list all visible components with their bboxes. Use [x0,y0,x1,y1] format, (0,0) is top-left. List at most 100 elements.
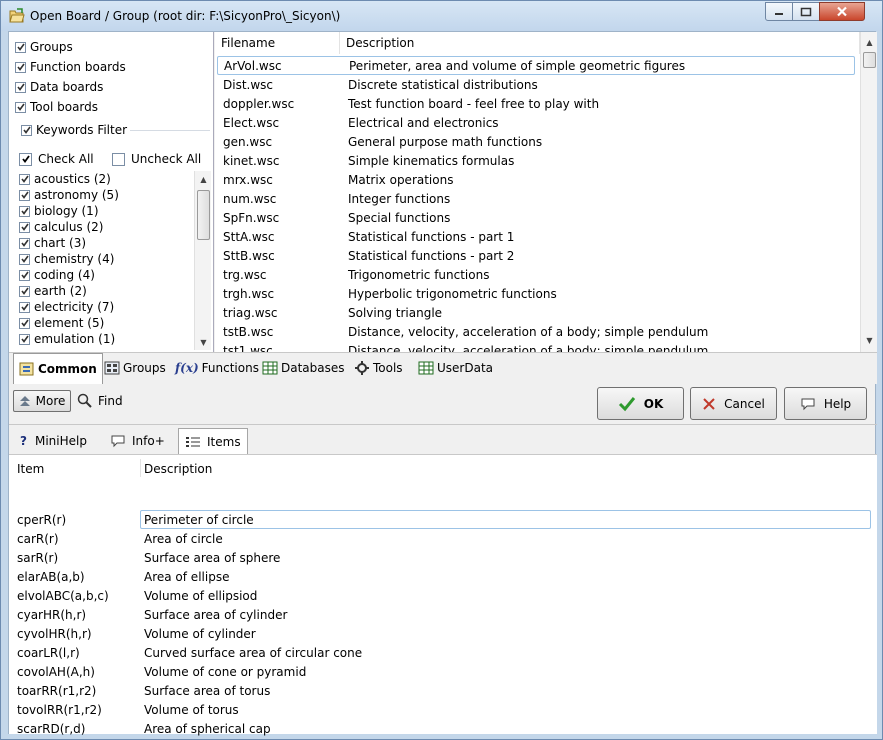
tab-databases[interactable]: Databases [257,355,350,381]
minimize-button[interactable] [765,2,793,21]
item-column-header[interactable]: Item [17,462,44,476]
tab-functions[interactable]: f(x) Functions [170,355,264,381]
tools-gear-icon [355,361,369,375]
item-row[interactable]: elvolABC(a,b,c) Volume of ellipsiod [9,586,875,605]
item-row[interactable]: scarRD(r,d) Area of spherical cap [9,719,875,738]
file-row[interactable]: triag.wsc Solving triangle [217,303,855,322]
help-button[interactable]: Help [784,387,867,420]
filename-column-header[interactable]: Filename [215,32,340,54]
file-row[interactable]: tstB.wsc Distance, velocity, acceleration… [217,322,855,341]
keyword-item[interactable]: electricity (7) [19,299,114,315]
check-all-checkbox[interactable]: Check All [19,152,94,166]
keyword-item[interactable]: chart (3) [19,235,86,251]
tab-info[interactable]: Info+ [103,428,172,454]
tab-tools[interactable]: Tools [349,355,408,381]
cancel-x-icon [703,397,715,410]
uncheck-all-checkbox[interactable]: Uncheck All [112,152,201,166]
green-check-icon [618,396,635,411]
tab-minihelp[interactable]: ? MiniHelp [13,428,94,454]
keyword-label: emulation (1) [34,332,116,346]
function-boards-label: Function boards [30,60,126,74]
ok-button[interactable]: OK [597,387,684,420]
file-description: Test function board - feel free to play … [348,96,600,111]
file-row[interactable]: Dist.wsc Discrete statistical distributio… [217,75,855,94]
scroll-down-arrow-icon[interactable]: ▼ [861,332,878,348]
keyword-item[interactable]: emulation (1) [19,331,115,347]
keywords-filter-checkbox[interactable]: Keywords Filter [21,123,127,137]
file-row[interactable]: SpFn.wsc Special functions [217,208,855,227]
groups-checkbox[interactable]: Groups [15,40,73,54]
item-description-column-header[interactable]: Description [144,462,212,476]
item-name: elarAB(a,b) [17,569,85,584]
keyword-item[interactable]: calculus (2) [19,219,104,235]
item-row[interactable]: cyvolHR(h,r) Volume of cylinder [9,624,875,643]
keyword-item[interactable]: astronomy (5) [19,187,119,203]
item-row[interactable]: cyarHR(h,r) Surface area of cylinder [9,605,875,624]
maximize-button[interactable] [792,2,820,21]
description-column-header[interactable]: Description [340,32,860,54]
data-boards-checkbox[interactable]: Data boards [15,80,103,94]
item-row[interactable]: cperR(r) Perimeter of circle [9,510,875,529]
tab-items[interactable]: Items [178,428,248,454]
file-row[interactable]: kinet.wsc Simple kinematics formulas [217,151,855,170]
scroll-thumb[interactable] [863,52,876,68]
keywords-list[interactable]: acoustics (2) astronomy (5) biology (1) cal… [13,171,211,350]
file-name: SpFn.wsc [223,210,280,225]
item-description: Area of spherical cap [144,721,271,736]
category-tab-bar: Common Groups f(x) Functions Databases T… [9,352,877,384]
title-bar[interactable]: Open Board / Group (root dir: F:\SicyonP… [1,1,882,31]
file-row[interactable]: Elect.wsc Electrical and electronics [217,113,855,132]
scroll-up-arrow-icon[interactable]: ▲ [195,171,211,187]
file-row[interactable]: trgh.wsc Hyperbolic trigonometric functio… [217,284,855,303]
more-button[interactable]: More [13,390,71,412]
info-speech-bubble-icon [111,435,125,448]
item-row[interactable]: elarAB(a,b) Area of ellipse [9,567,875,586]
keyword-item[interactable]: coding (4) [19,267,95,283]
checkbox-box [19,333,30,345]
function-boards-checkbox[interactable]: Function boards [15,60,126,74]
tab-common[interactable]: Common [13,353,103,384]
file-row[interactable]: SttB.wsc Statistical functions - part 2 [217,246,855,265]
file-row[interactable]: mrx.wsc Matrix operations [217,170,855,189]
file-table-scrollbar[interactable]: ▲ ▼ [860,32,877,352]
keyword-item[interactable]: biology (1) [19,203,99,219]
file-description: Special functions [348,210,451,225]
tab-databases-label: Databases [281,361,345,375]
tab-userdata[interactable]: UserData [413,355,498,381]
scroll-down-arrow-icon[interactable]: ▼ [195,334,211,350]
item-row[interactable]: sarR(r) Surface area of sphere [9,548,875,567]
find-button[interactable]: Find [77,393,123,408]
keyword-label: biology (1) [34,204,99,218]
scroll-thumb[interactable] [197,190,210,240]
checkmark-icon [20,335,29,343]
file-row[interactable]: num.wsc Integer functions [217,189,855,208]
item-row[interactable]: coarLR(l,r) Curved surface area of circul… [9,643,875,662]
checkbox-box [19,173,30,185]
tab-groups[interactable]: Groups [99,355,171,381]
keyword-item[interactable]: element (5) [19,315,104,331]
keyword-item[interactable]: chemistry (4) [19,251,114,267]
file-description: Trigonometric functions [348,267,490,282]
file-name: num.wsc [223,191,277,206]
item-description: Surface area of torus [144,683,271,698]
item-row[interactable]: tovolRR(r1,r2) Volume of torus [9,700,875,719]
checkbox-box [112,152,125,166]
file-row[interactable]: gen.wsc General purpose math functions [217,132,855,151]
scroll-up-arrow-icon[interactable]: ▲ [861,34,878,50]
checkbox-box [19,221,30,233]
item-row[interactable]: carR(r) Area of circle [9,529,875,548]
keywords-scrollbar[interactable]: ▲ ▼ [194,171,211,350]
file-row[interactable]: doppler.wsc Test function board - feel fr… [217,94,855,113]
file-row[interactable]: SttA.wsc Statistical functions - part 1 [217,227,855,246]
item-row[interactable]: covolAH(A,h) Volume of cone or pyramid [9,662,875,681]
file-row[interactable]: trg.wsc Trigonometric functions [217,265,855,284]
file-row[interactable]: ArVol.wsc Perimeter, area and volume of s… [217,56,855,75]
keyword-item[interactable]: earth (2) [19,283,87,299]
dialog-client-area: Groups Function boards Data boards Tool … [8,31,877,736]
cancel-button[interactable]: Cancel [690,387,777,420]
keyword-item[interactable]: acoustics (2) [19,171,111,187]
tool-boards-checkbox[interactable]: Tool boards [15,100,98,114]
close-button[interactable] [819,2,865,21]
file-description: Electrical and electronics [348,115,499,130]
item-row[interactable]: toarRR(r1,r2) Surface area of torus [9,681,875,700]
